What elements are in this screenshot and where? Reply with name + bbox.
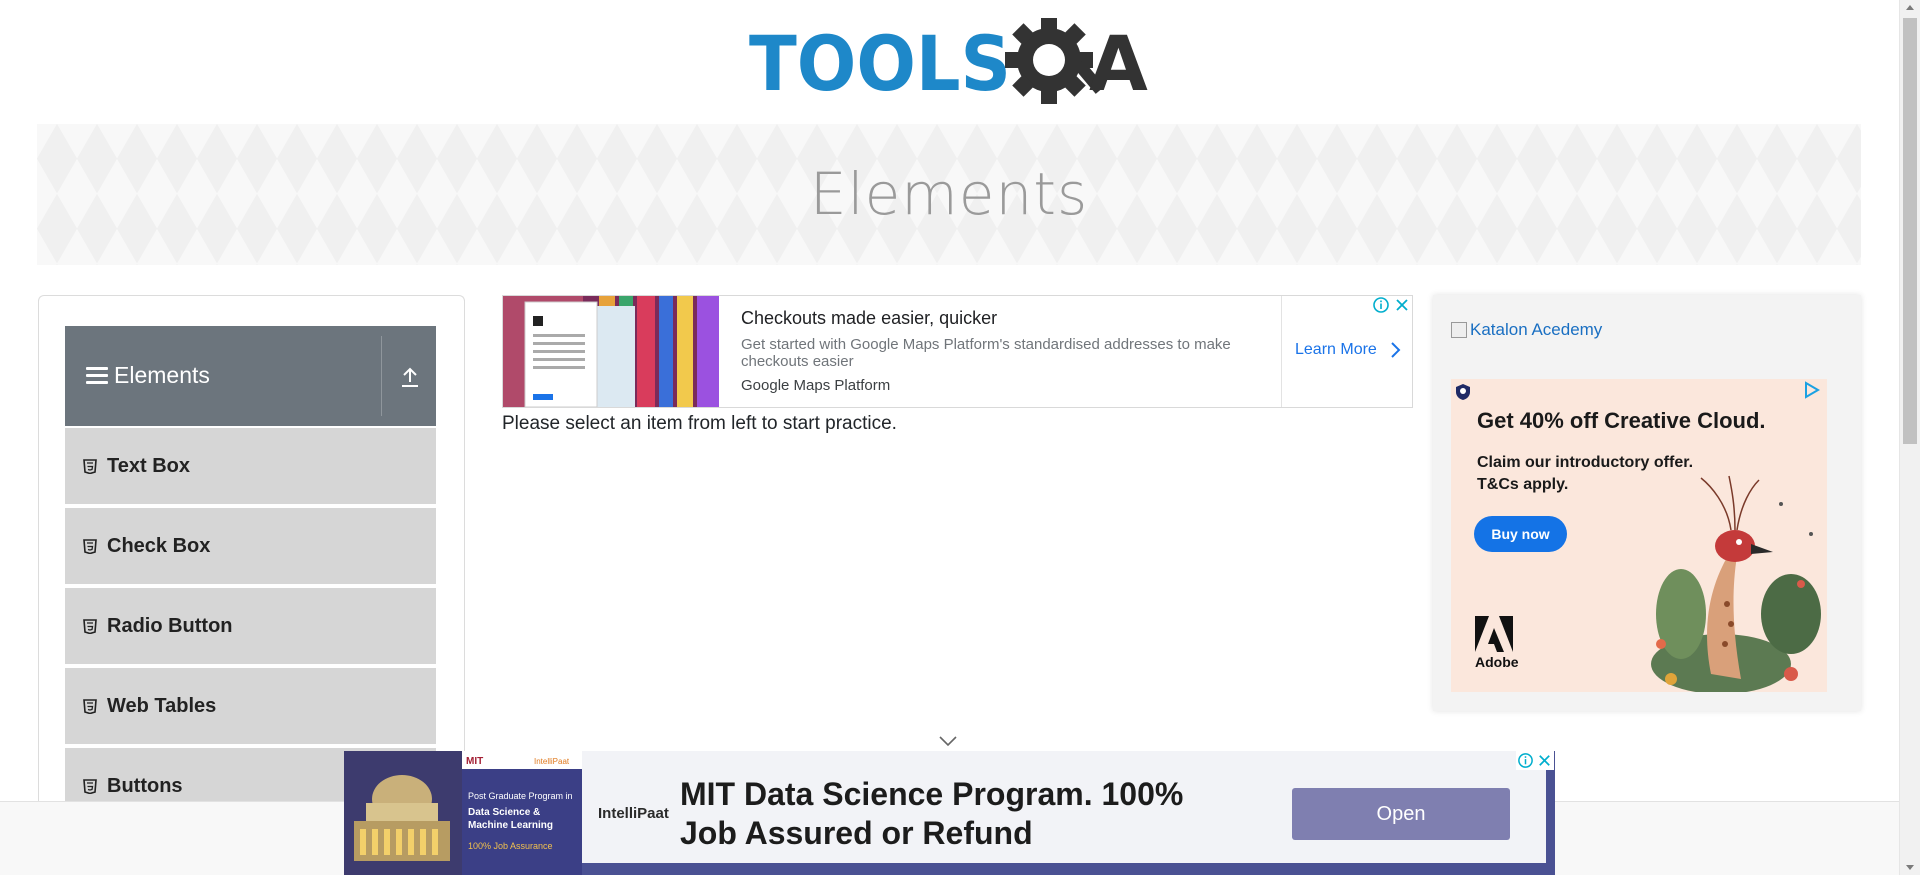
- sidebar-item-label: Buttons: [107, 775, 183, 797]
- sidebar-item-check-box[interactable]: Check Box: [65, 506, 436, 584]
- adobe-brand: Adobe: [1475, 654, 1519, 670]
- elements-group-header[interactable]: Elements: [65, 326, 436, 426]
- svg-text:A: A: [1089, 19, 1148, 108]
- learn-more-link[interactable]: Learn More: [1295, 341, 1377, 359]
- bird-illustration: [1651, 475, 1821, 692]
- adobe-logo-icon: [1475, 616, 1513, 652]
- ad-image-line-3: Machine Learning: [468, 820, 553, 831]
- ad-image-line-4: 100% Job Assurance: [468, 841, 553, 851]
- creative-cloud-ad[interactable]: Get 40% off Creative Cloud. Claim our in…: [1451, 379, 1827, 692]
- html5-icon: [83, 779, 97, 794]
- html5-icon: [83, 619, 97, 634]
- group-title: Elements: [114, 362, 210, 388]
- ad-source: Google Maps Platform: [741, 377, 891, 394]
- scroll-up-arrow-icon[interactable]: [1906, 5, 1914, 10]
- collapse-up-icon[interactable]: [400, 366, 420, 388]
- vertical-scrollbar[interactable]: [1899, 0, 1920, 875]
- sidebar-item-radio-button[interactable]: Radio Button: [65, 586, 436, 664]
- ad-badges: [1372, 296, 1412, 316]
- mit-badge: MIT: [466, 756, 483, 767]
- scroll-down-arrow-icon[interactable]: [1906, 865, 1914, 870]
- mit-dome-image: MIT IntelliPaat Post Graduate Program in…: [344, 751, 582, 875]
- toolsqa-logo[interactable]: TOOLS A: [749, 18, 1153, 114]
- sidebar-item-label: Radio Button: [107, 615, 233, 637]
- sidebar-item-text-box[interactable]: Text Box: [65, 426, 436, 504]
- katalon-academy-image-link[interactable]: Katalon Acedemy: [1451, 320, 1602, 340]
- broken-image-alt-text: Katalon Acedemy: [1470, 320, 1603, 339]
- ad-description: Get started with Google Maps Platform's …: [741, 336, 1231, 370]
- ad-image-line-1: Post Graduate Program in: [468, 791, 573, 801]
- shield-icon: [1456, 384, 1470, 400]
- hamburger-icon: [86, 367, 108, 385]
- bottom-ad-headline[interactable]: MIT Data Science Program. 100% Job Assur…: [680, 775, 1240, 853]
- divider: [1281, 296, 1282, 407]
- ad-close-icon[interactable]: [1536, 752, 1553, 769]
- ad-badges: [1516, 751, 1554, 770]
- html5-icon: [83, 459, 97, 474]
- sidebar-item-web-tables[interactable]: Web Tables: [65, 666, 436, 744]
- svg-text:TOOLS: TOOLS: [749, 19, 1011, 108]
- open-button[interactable]: Open: [1292, 788, 1510, 840]
- broken-image-icon: [1451, 322, 1467, 338]
- ad-image-line-2: Data Science &: [468, 807, 540, 818]
- intellipaat-badge: IntelliPaat: [534, 757, 570, 766]
- html5-icon: [83, 699, 97, 714]
- html5-icon: [83, 539, 97, 554]
- page-title: Elements: [809, 160, 1089, 228]
- practice-message: Please select an item from left to start…: [502, 413, 897, 434]
- sidebar-item-label: Web Tables: [107, 695, 217, 717]
- page-banner: Elements: [37, 124, 1861, 265]
- scrollbar-thumb[interactable]: [1903, 18, 1917, 444]
- divider: [381, 336, 382, 416]
- ad-panel: IntelliPaat MIT Data Science Program. 10…: [582, 751, 1546, 863]
- buy-now-button[interactable]: Buy now: [1474, 516, 1567, 552]
- mit-data-science-ad[interactable]: MIT IntelliPaat Post Graduate Program in…: [344, 751, 1555, 875]
- cc-ad-headline: Get 40% off Creative Cloud.: [1477, 408, 1766, 433]
- sidebar-item-label: Text Box: [107, 455, 190, 477]
- ad-headline[interactable]: Checkouts made easier, quicker: [741, 308, 997, 329]
- chevron-down-icon[interactable]: [938, 735, 958, 747]
- ad-info-icon[interactable]: [1372, 296, 1390, 314]
- sidebar-item-label: Check Box: [107, 535, 211, 557]
- ad-close-icon[interactable]: [1393, 296, 1411, 314]
- ad-info-icon[interactable]: [1517, 752, 1534, 769]
- intellipaat-logo: IntelliPaat: [598, 805, 669, 822]
- google-maps-ad[interactable]: Checkouts made easier, quicker Get start…: [502, 295, 1413, 408]
- chevron-right-icon[interactable]: [1389, 341, 1401, 359]
- adchoices-icon[interactable]: [1803, 381, 1821, 399]
- cc-ad-line1: Claim our introductory offer.: [1477, 454, 1694, 471]
- ad-thumbnail-image: [503, 296, 719, 407]
